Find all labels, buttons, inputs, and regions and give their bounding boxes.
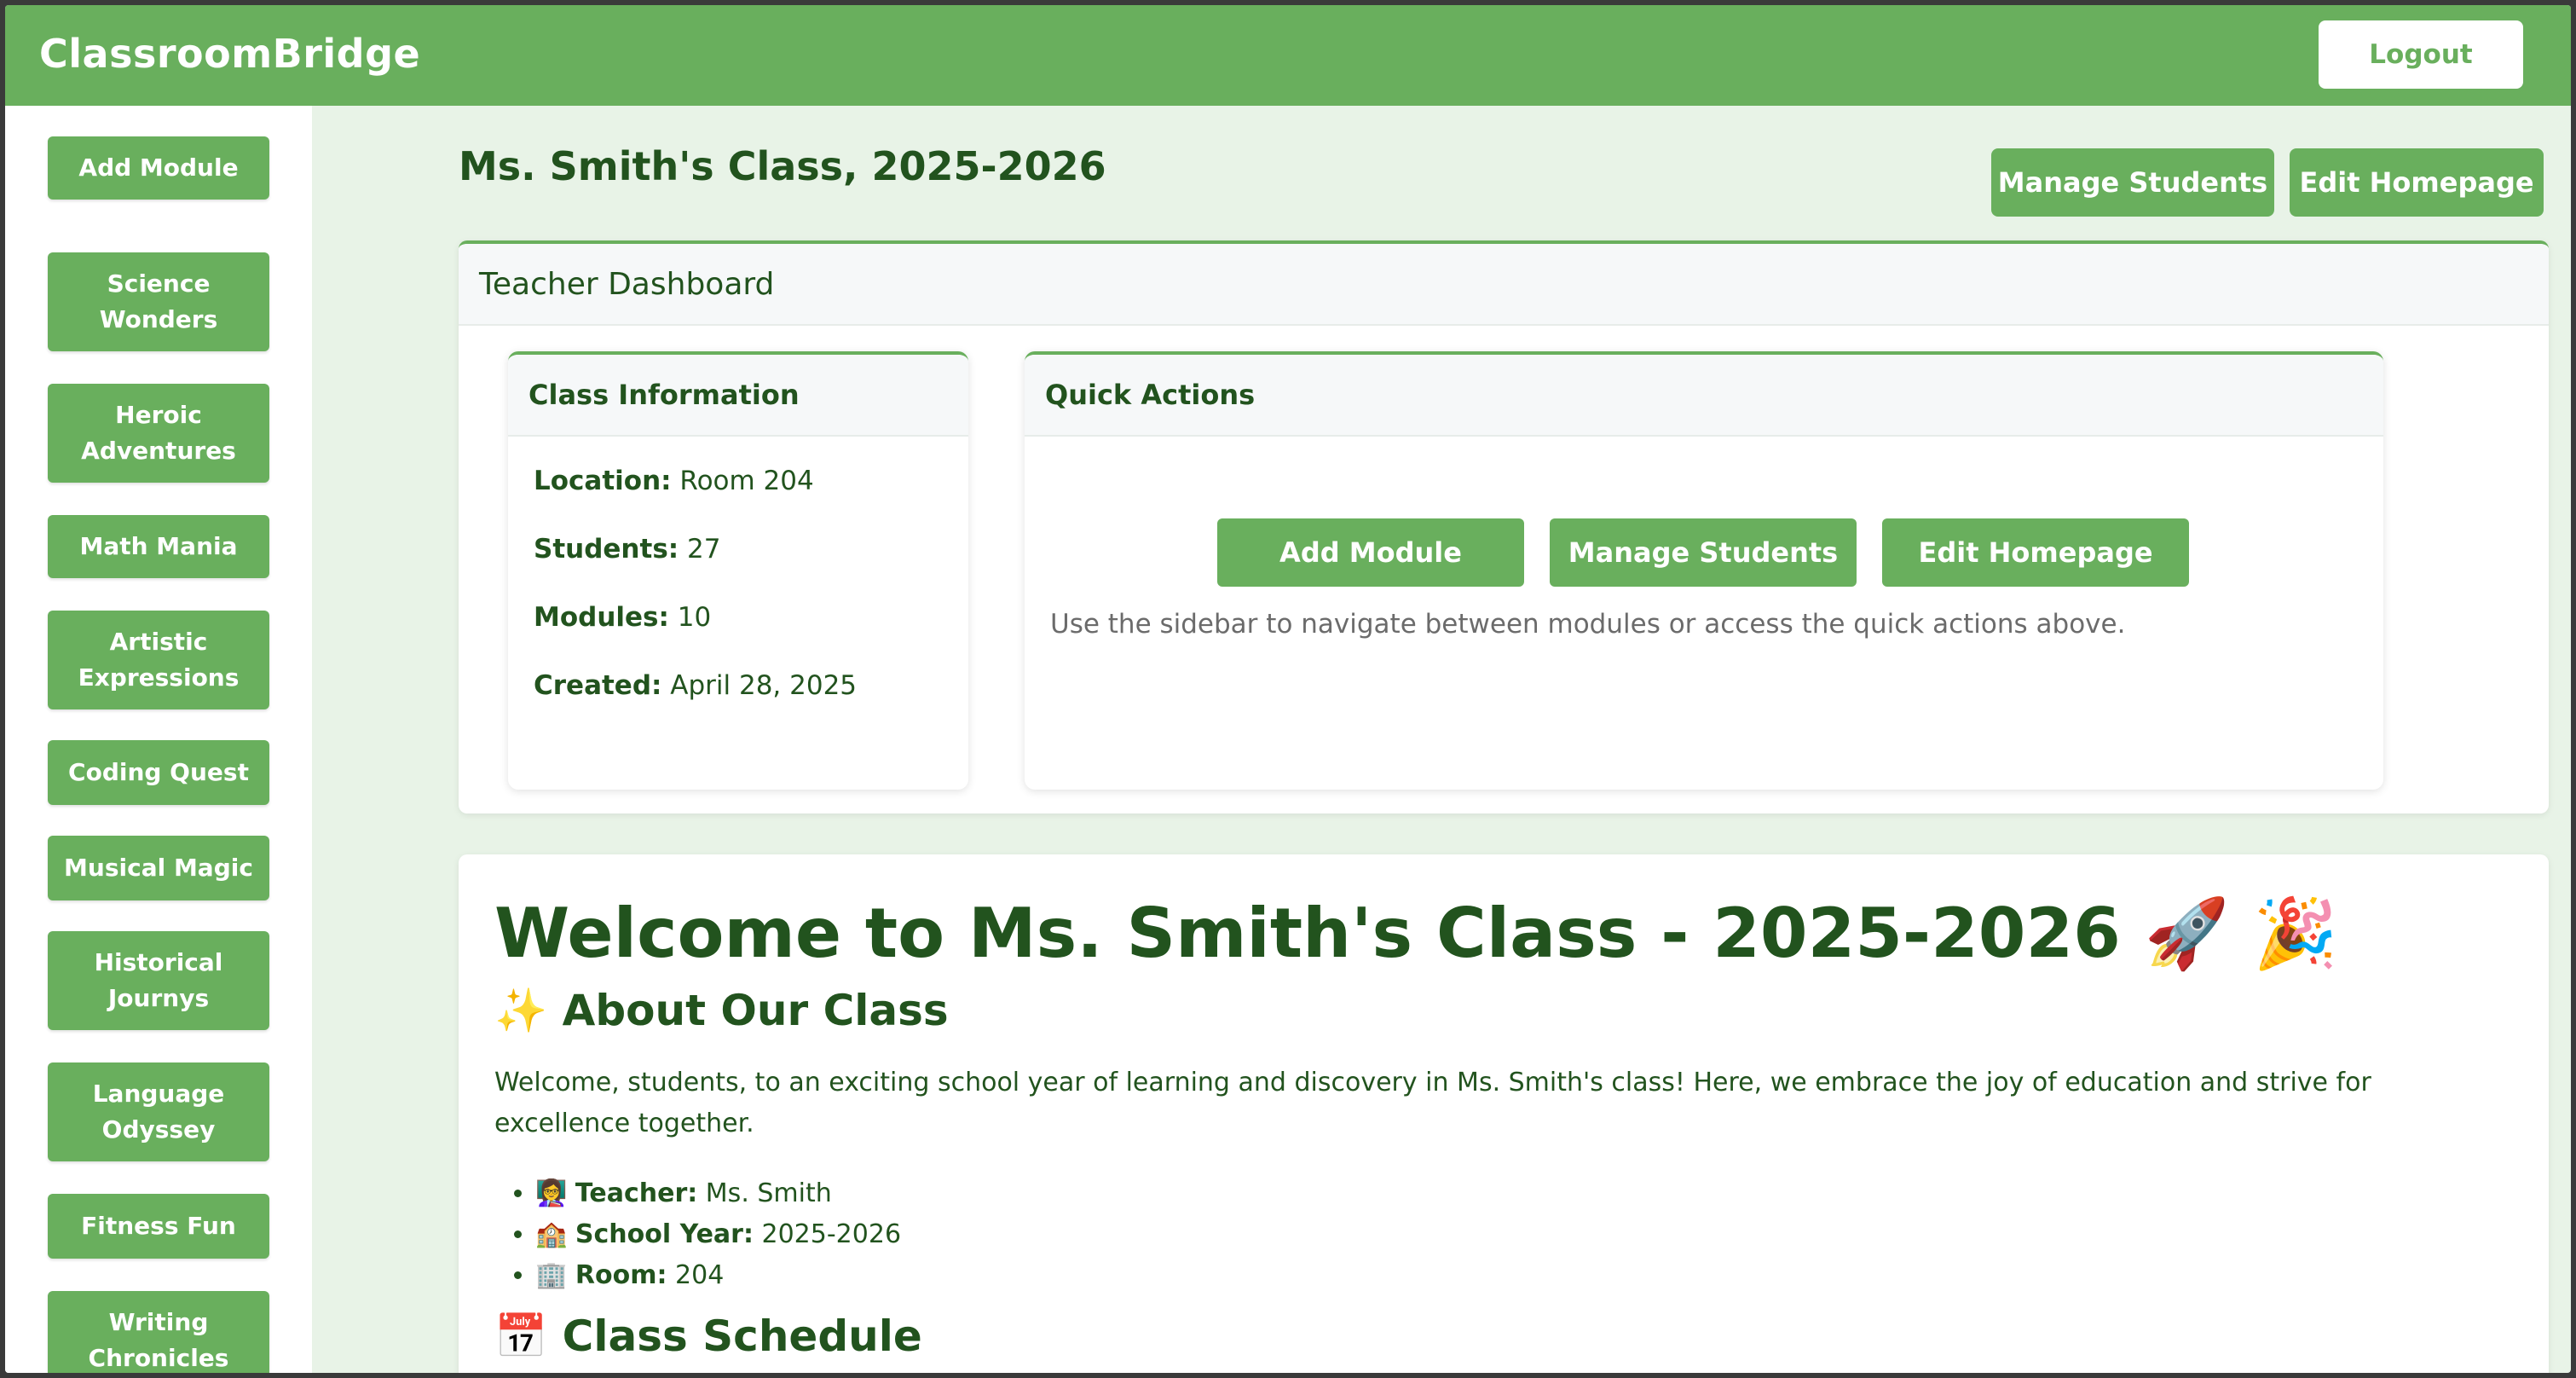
sidebar-item-math-mania[interactable]: Math Mania — [48, 515, 269, 578]
app-window: ClassroomBridge Logout Add Module Scienc… — [5, 5, 2571, 1373]
class-information-card: Class Information Location: Room 204 Stu… — [508, 351, 968, 790]
quick-actions-title: Quick Actions — [1025, 355, 2383, 437]
modules-value: 10 — [668, 602, 712, 633]
manage-students-button[interactable]: Manage Students — [1991, 148, 2274, 217]
welcome-heading: Welcome to Ms. Smith's Class - 2025-2026… — [494, 894, 2338, 973]
school-icon: 🏫 — [535, 1219, 568, 1249]
location-value: Room 204 — [671, 466, 814, 496]
modules-row: Modules: 10 — [534, 602, 711, 633]
created-row: Created: April 28, 2025 — [534, 670, 857, 701]
sidebar-item-coding-quest[interactable]: Coding Quest — [48, 740, 269, 805]
page-title: Ms. Smith's Class, 2025-2026 — [459, 143, 1106, 189]
sidebar-item-historical-journys[interactable]: Historical Journys — [48, 931, 269, 1030]
list-item: 👩‍🏫 Teacher: Ms. Smith — [535, 1173, 901, 1214]
sidebar-item-artistic-expressions[interactable]: Artistic Expressions — [48, 611, 269, 709]
top-navbar: ClassroomBridge Logout — [5, 5, 2571, 106]
quick-edit-homepage-button[interactable]: Edit Homepage — [1882, 518, 2189, 587]
sidebar-item-language-odyssey[interactable]: Language Odyssey — [48, 1062, 269, 1161]
about-paragraph: Welcome, students, to an exciting school… — [494, 1068, 2371, 1138]
quick-add-module-button[interactable]: Add Module — [1217, 518, 1524, 587]
teacher-dashboard-panel: Teacher Dashboard Class Information Loca… — [459, 240, 2549, 813]
quick-actions-hint: Use the sidebar to navigate between modu… — [1050, 609, 2126, 640]
sidebar-item-heroic-adventures[interactable]: Heroic Adventures — [48, 384, 269, 483]
teacher-value: Ms. Smith — [697, 1178, 832, 1208]
location-label: Location: — [534, 466, 672, 496]
modules-label: Modules: — [534, 602, 669, 633]
school-year-label: School Year: — [575, 1219, 754, 1249]
list-item: 🏢 Room: 204 — [535, 1255, 901, 1296]
school-year-value: 2025-2026 — [753, 1219, 902, 1249]
about-heading: ✨ About Our Class — [494, 986, 949, 1035]
students-value: 27 — [679, 534, 721, 565]
sidebar-add-module-button[interactable]: Add Module — [48, 136, 269, 200]
sidebar: Add Module Science Wonders Heroic Advent… — [5, 106, 312, 1373]
quick-manage-students-button[interactable]: Manage Students — [1550, 518, 1857, 587]
sidebar-item-fitness-fun[interactable]: Fitness Fun — [48, 1194, 269, 1259]
location-row: Location: Room 204 — [534, 466, 814, 496]
sidebar-item-musical-magic[interactable]: Musical Magic — [48, 836, 269, 900]
sidebar-item-science-wonders[interactable]: Science Wonders — [48, 252, 269, 351]
teacher-icon: 👩‍🏫 — [535, 1178, 568, 1208]
brand-logo[interactable]: ClassroomBridge — [39, 31, 420, 77]
students-row: Students: 27 — [534, 534, 720, 565]
students-label: Students: — [534, 534, 679, 565]
homepage-content: Welcome to Ms. Smith's Class - 2025-2026… — [459, 854, 2549, 1373]
class-schedule-heading: 📅 Class Schedule — [494, 1311, 922, 1361]
building-icon: 🏢 — [535, 1260, 568, 1290]
room-value: 204 — [667, 1260, 725, 1290]
edit-homepage-button[interactable]: Edit Homepage — [2290, 148, 2544, 217]
created-label: Created: — [534, 670, 662, 701]
quick-actions-card: Quick Actions Add Module Manage Students… — [1025, 351, 2383, 790]
teacher-label: Teacher: — [575, 1178, 698, 1208]
sidebar-item-writing-chronicles[interactable]: Writing Chronicles — [48, 1291, 269, 1373]
dashboard-title: Teacher Dashboard — [459, 244, 2549, 326]
list-item: 🏫 School Year: 2025-2026 — [535, 1214, 901, 1255]
logout-button[interactable]: Logout — [2319, 20, 2523, 89]
created-value: April 28, 2025 — [661, 670, 858, 701]
room-label: Room: — [575, 1260, 667, 1290]
class-information-title: Class Information — [508, 355, 968, 437]
class-details-list: 👩‍🏫 Teacher: Ms. Smith 🏫 School Year: 20… — [535, 1173, 901, 1296]
